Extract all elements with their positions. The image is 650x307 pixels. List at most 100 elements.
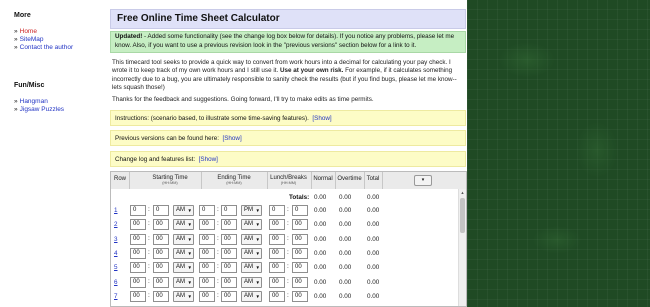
start-ampm-select[interactable]: AM ▼: [173, 290, 194, 302]
total-normal: 0.00: [314, 194, 327, 201]
changelog-show-link[interactable]: [Show]: [199, 156, 218, 163]
end-ampm-select[interactable]: AM ▼: [241, 247, 262, 259]
start-hour-input[interactable]: 00: [130, 233, 146, 245]
end-ampm-select[interactable]: AM ▼: [241, 233, 262, 245]
lunch-minute-input[interactable]: 00: [292, 219, 308, 231]
row-normal: 0.00: [314, 249, 327, 257]
bullet-icon: »: [14, 98, 18, 105]
start-ampm-select[interactable]: AM ▼: [173, 247, 194, 259]
end-hour-input[interactable]: 00: [199, 262, 215, 274]
row-number-link[interactable]: 7: [114, 293, 118, 300]
end-minute-input[interactable]: 00: [221, 247, 237, 259]
lunch-hour-input[interactable]: 00: [269, 290, 285, 302]
select-value: AM: [176, 207, 185, 213]
end-hour-input[interactable]: 00: [199, 219, 215, 231]
lunch-minute-input[interactable]: 00: [292, 233, 308, 245]
scroll-up-icon[interactable]: ▲: [459, 189, 466, 196]
end-minute-input[interactable]: 00: [221, 290, 237, 302]
lunch-hour-input[interactable]: 00: [269, 233, 285, 245]
select-value: AM: [244, 221, 253, 228]
end-minute-input[interactable]: 00: [221, 219, 237, 231]
sidebar-link-hangman[interactable]: » Hangman: [14, 98, 48, 105]
table-scrollbar[interactable]: ▲: [458, 189, 466, 306]
select-value: AM: [244, 264, 253, 271]
start-ampm-select[interactable]: AM ▼: [173, 276, 194, 288]
start-hour-input[interactable]: 00: [130, 219, 146, 231]
row-number-link[interactable]: 2: [114, 221, 118, 228]
end-ampm-select[interactable]: AM ▼: [241, 290, 262, 302]
start-hour-input[interactable]: 00: [130, 247, 146, 259]
lunch-minute-input[interactable]: 00: [292, 262, 308, 274]
chevron-down-icon: ▼: [187, 293, 192, 299]
start-hour-input[interactable]: 0: [130, 205, 146, 216]
start-minute-input[interactable]: 00: [153, 276, 169, 288]
lunch-minute-input[interactable]: 00: [292, 290, 308, 302]
header-lunch-breaks: Lunch/Breaks (HH:MM): [267, 175, 310, 185]
sidebar-link-home[interactable]: » Home: [14, 28, 37, 35]
lunch-hour-input[interactable]: 00: [269, 219, 285, 231]
row-overtime: 0.00: [339, 278, 352, 286]
start-minute-input[interactable]: 00: [153, 262, 169, 274]
start-ampm-select[interactable]: AM ▼: [173, 205, 194, 216]
end-minute-input[interactable]: 00: [221, 276, 237, 288]
start-minute-input[interactable]: 00: [153, 233, 169, 245]
start-minute-input[interactable]: 00: [153, 290, 169, 302]
lunch-minute-input[interactable]: 00: [292, 276, 308, 288]
lunch-hour-input[interactable]: 00: [269, 276, 285, 288]
start-ampm-select[interactable]: AM ▼: [173, 219, 194, 231]
colon-separator: :: [287, 234, 289, 242]
row-total: 0.00: [367, 249, 380, 257]
lunch-hour-input[interactable]: 0: [269, 205, 285, 216]
start-hour-input[interactable]: 00: [130, 276, 146, 288]
chevron-down-icon: ▼: [187, 279, 192, 285]
row-normal: 0.00: [314, 235, 327, 243]
instructions-show-link[interactable]: [Show]: [312, 115, 331, 122]
start-hour-input[interactable]: 00: [130, 290, 146, 302]
header-lunch-format: (HH:MM): [280, 181, 297, 185]
row-number-link[interactable]: 4: [114, 250, 118, 257]
select-value: PM: [244, 207, 253, 213]
start-minute-input[interactable]: 00: [153, 219, 169, 231]
select-value: AM: [176, 278, 185, 285]
end-hour-input[interactable]: 00: [199, 247, 215, 259]
colon-separator: :: [217, 234, 219, 242]
chevron-down-icon: ▼: [255, 208, 260, 213]
end-minute-input[interactable]: 00: [221, 233, 237, 245]
colon-separator: :: [148, 220, 150, 228]
end-ampm-select[interactable]: AM ▼: [241, 276, 262, 288]
lunch-minute-input[interactable]: 0: [292, 205, 308, 216]
start-minute-input[interactable]: 0: [153, 205, 169, 216]
end-minute-input[interactable]: 00: [221, 262, 237, 274]
end-ampm-select[interactable]: PM ▼: [241, 205, 262, 216]
lunch-minute-input[interactable]: 00: [292, 247, 308, 259]
sidebar-link-sitemap[interactable]: » SiteMap: [14, 36, 43, 43]
row-number-link[interactable]: 3: [114, 236, 118, 243]
end-minute-input[interactable]: 0: [221, 205, 237, 216]
start-ampm-select[interactable]: AM ▼: [173, 233, 194, 245]
start-minute-input[interactable]: 00: [153, 247, 169, 259]
end-hour-input[interactable]: 00: [199, 276, 215, 288]
row-number-link[interactable]: 1: [114, 207, 118, 214]
lunch-hour-input[interactable]: 00: [269, 262, 285, 274]
scroll-thumb[interactable]: [460, 198, 465, 233]
end-ampm-select[interactable]: AM ▼: [241, 219, 262, 231]
start-hour-input[interactable]: 00: [130, 262, 146, 274]
chevron-down-icon: ▼: [255, 265, 260, 271]
chevron-down-icon: ▼: [255, 293, 260, 299]
table-row: 7 00:00 AM ▼ 00:00 AM ▼ 00:00 0.00 0.00 0.00: [111, 290, 461, 304]
previous-versions-show-link[interactable]: [Show]: [222, 135, 241, 142]
end-hour-input[interactable]: 00: [199, 290, 215, 302]
end-hour-input[interactable]: 0: [199, 205, 215, 216]
row-number-link[interactable]: 6: [114, 279, 118, 286]
chevron-down-icon: ▼: [255, 236, 260, 242]
end-ampm-select[interactable]: AM ▼: [241, 262, 262, 274]
lunch-hour-input[interactable]: 00: [269, 247, 285, 259]
start-ampm-select[interactable]: AM ▼: [173, 262, 194, 274]
sidebar-link-contact[interactable]: » Contact the author: [14, 44, 73, 51]
row-number-link[interactable]: 5: [114, 264, 118, 271]
row-overtime: 0.00: [339, 249, 352, 257]
end-hour-input[interactable]: 00: [199, 233, 215, 245]
sidebar-link-jigsaw[interactable]: » Jigsaw Puzzles: [14, 106, 64, 113]
expand-dropdown-button[interactable]: ▾: [414, 175, 432, 186]
notice-bold: Updated!: [115, 33, 143, 40]
